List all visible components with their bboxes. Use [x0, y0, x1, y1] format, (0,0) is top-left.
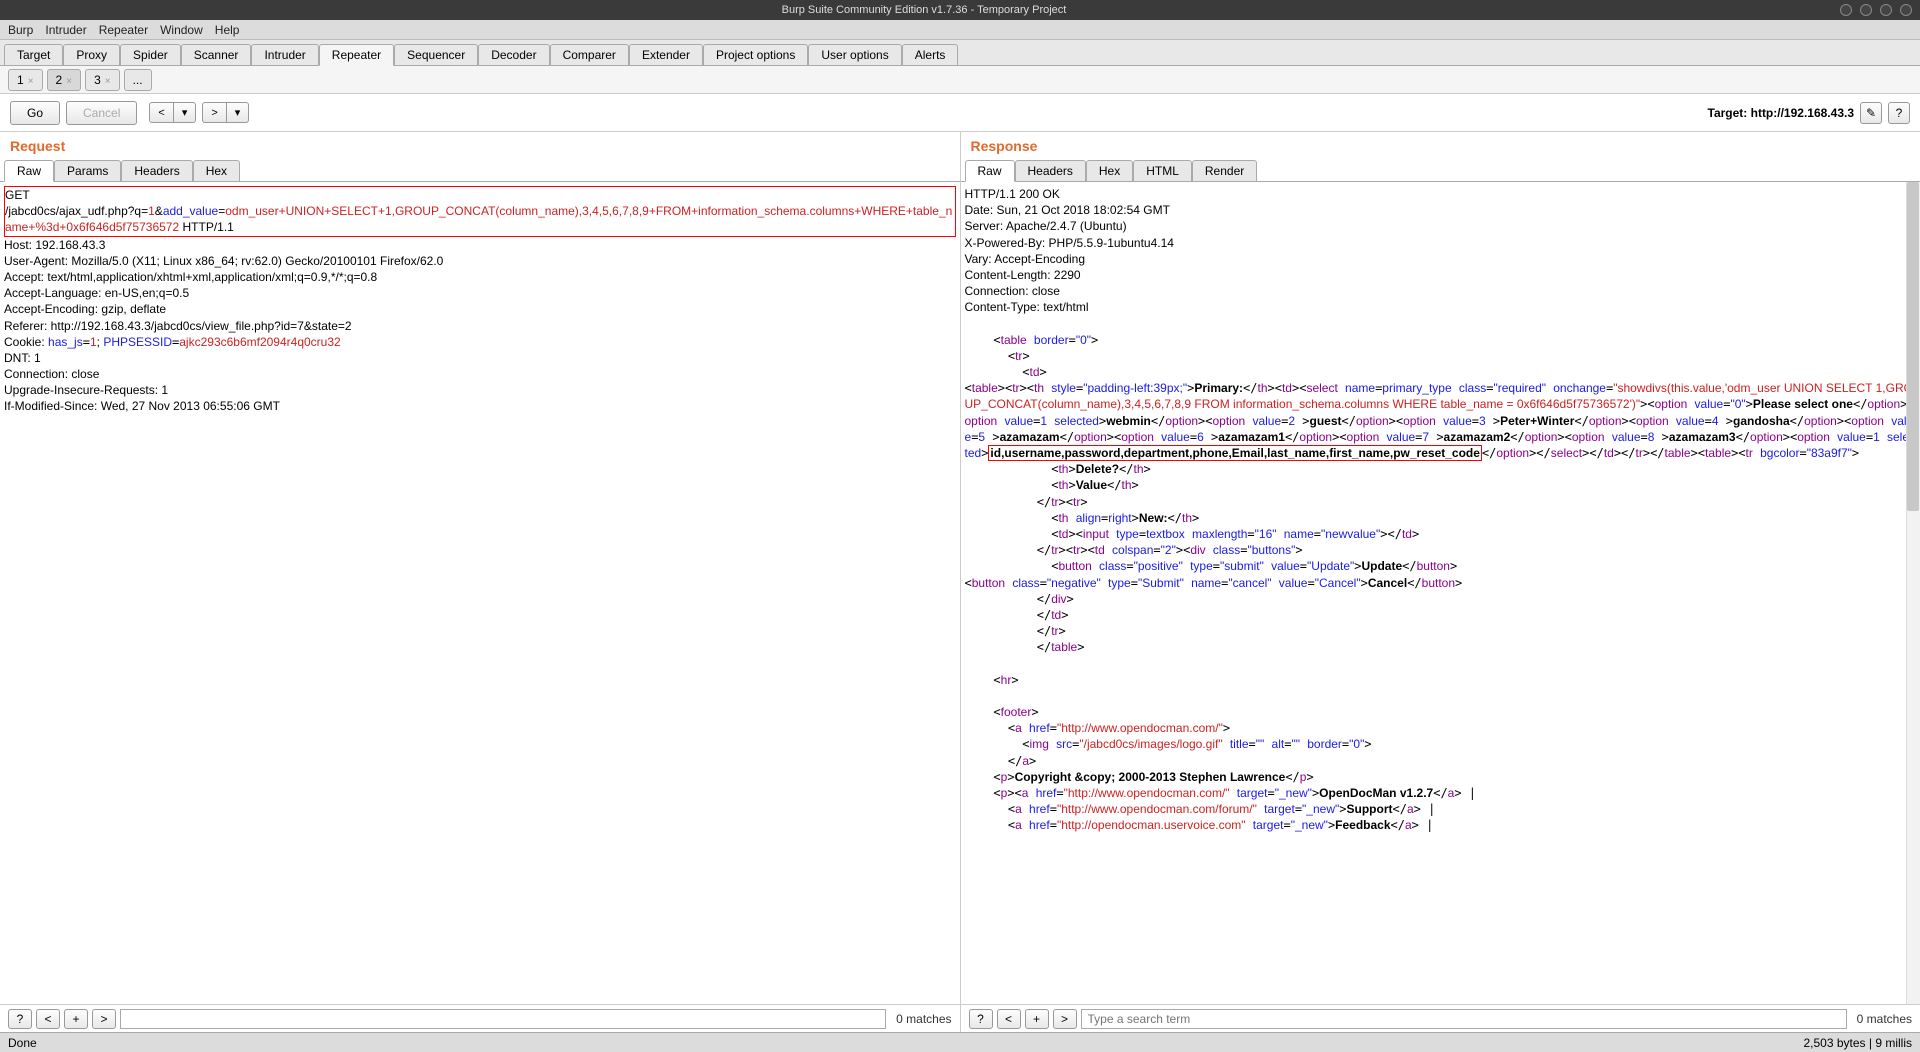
- menu-window[interactable]: Window: [160, 23, 203, 37]
- search-bars: ? < + > 0 matches ? < + > 0 matches: [0, 1004, 1920, 1032]
- history-back-dropdown[interactable]: ▾: [174, 102, 197, 123]
- response-matches: 0 matches: [1857, 1012, 1912, 1026]
- menu-repeater[interactable]: Repeater: [99, 23, 148, 37]
- history-fwd-dropdown[interactable]: ▾: [227, 102, 250, 123]
- response-search: ? < + > 0 matches: [961, 1005, 1920, 1032]
- response-tab-headers[interactable]: Headers: [1015, 160, 1086, 181]
- search-options-button[interactable]: ?: [969, 1009, 993, 1029]
- statusbar: Done 2,503 bytes | 9 millis: [0, 1032, 1920, 1052]
- response-view-tabs: Raw Headers Hex HTML Render: [961, 160, 1920, 182]
- tab-scanner[interactable]: Scanner: [181, 44, 252, 65]
- response-pane: Response Raw Headers Hex HTML Render HTT…: [961, 132, 1920, 1004]
- repeater-subtabs: 1× 2× 3× ...: [0, 66, 1920, 94]
- subtab-2[interactable]: 2×: [47, 69, 82, 91]
- response-search-input[interactable]: [1081, 1009, 1847, 1029]
- search-next-button[interactable]: >: [92, 1009, 116, 1029]
- status-right: 2,503 bytes | 9 millis: [1804, 1036, 1913, 1050]
- request-tab-headers[interactable]: Headers: [121, 160, 192, 181]
- status-left: Done: [8, 1036, 37, 1050]
- search-add-button[interactable]: +: [1025, 1009, 1049, 1029]
- main-tabs: Target Proxy Spider Scanner Intruder Rep…: [0, 40, 1920, 66]
- subtab-1[interactable]: 1×: [8, 69, 43, 91]
- search-prev-button[interactable]: <: [36, 1009, 60, 1029]
- request-matches: 0 matches: [896, 1012, 951, 1026]
- tab-intruder[interactable]: Intruder: [251, 44, 318, 65]
- response-content[interactable]: HTTP/1.1 200 OK Date: Sun, 21 Oct 2018 1…: [961, 182, 1920, 1004]
- tab-user-options[interactable]: User options: [808, 44, 901, 65]
- request-view-tabs: Raw Params Headers Hex: [0, 160, 960, 182]
- edit-target-icon[interactable]: ✎: [1860, 102, 1882, 124]
- request-tab-raw[interactable]: Raw: [4, 160, 54, 182]
- request-tab-params[interactable]: Params: [54, 160, 121, 181]
- menubar: Burp Intruder Repeater Window Help: [0, 20, 1920, 40]
- tab-extender[interactable]: Extender: [629, 44, 703, 65]
- tab-spider[interactable]: Spider: [120, 44, 181, 65]
- request-response-split: Request Raw Params Headers Hex GET /jabc…: [0, 132, 1920, 1004]
- response-title: Response: [961, 132, 1920, 160]
- close-icon[interactable]: ×: [28, 76, 34, 87]
- close-icon[interactable]: [1900, 4, 1912, 16]
- window-controls: [1840, 4, 1912, 16]
- search-next-button[interactable]: >: [1053, 1009, 1077, 1029]
- menu-burp[interactable]: Burp: [8, 23, 33, 37]
- tab-proxy[interactable]: Proxy: [63, 44, 120, 65]
- request-tab-hex[interactable]: Hex: [193, 160, 240, 181]
- history-back-button[interactable]: <: [149, 102, 173, 123]
- tab-alerts[interactable]: Alerts: [902, 44, 959, 65]
- search-options-button[interactable]: ?: [8, 1009, 32, 1029]
- request-search-input[interactable]: [120, 1009, 886, 1029]
- response-tab-render[interactable]: Render: [1192, 160, 1257, 181]
- request-pane: Request Raw Params Headers Hex GET /jabc…: [0, 132, 961, 1004]
- help-icon[interactable]: ?: [1888, 102, 1910, 124]
- tab-decoder[interactable]: Decoder: [478, 44, 549, 65]
- target-label: Target: http://192.168.43.3: [1708, 106, 1855, 120]
- tab-comparer[interactable]: Comparer: [550, 44, 629, 65]
- request-title: Request: [0, 132, 960, 160]
- subtab-more[interactable]: ...: [124, 69, 152, 91]
- restore-icon[interactable]: [1880, 4, 1892, 16]
- response-tab-raw[interactable]: Raw: [965, 160, 1015, 182]
- response-highlight-columns: id,username,password,department,phone,Em…: [988, 445, 1482, 461]
- menu-help[interactable]: Help: [215, 23, 240, 37]
- search-prev-button[interactable]: <: [997, 1009, 1021, 1029]
- scrollbar[interactable]: [1906, 182, 1920, 1004]
- request-search: ? < + > 0 matches: [0, 1005, 961, 1032]
- tab-project-options[interactable]: Project options: [703, 44, 808, 65]
- go-button[interactable]: Go: [10, 101, 60, 125]
- search-add-button[interactable]: +: [64, 1009, 88, 1029]
- scrollbar-thumb[interactable]: [1907, 182, 1919, 511]
- tab-repeater[interactable]: Repeater: [319, 44, 394, 66]
- history-fwd-button[interactable]: >: [202, 102, 226, 123]
- request-content[interactable]: GET /jabcd0cs/ajax_udf.php?q=1&add_value…: [0, 182, 960, 1004]
- tab-sequencer[interactable]: Sequencer: [394, 44, 478, 65]
- titlebar: Burp Suite Community Edition v1.7.36 - T…: [0, 0, 1920, 20]
- maximize-icon[interactable]: [1860, 4, 1872, 16]
- minimize-icon[interactable]: [1840, 4, 1852, 16]
- close-icon[interactable]: ×: [105, 76, 111, 87]
- menu-intruder[interactable]: Intruder: [45, 23, 86, 37]
- close-icon[interactable]: ×: [66, 76, 72, 87]
- response-tab-hex[interactable]: Hex: [1086, 160, 1133, 181]
- response-tab-html[interactable]: HTML: [1133, 160, 1192, 181]
- window-title: Burp Suite Community Edition v1.7.36 - T…: [8, 4, 1840, 16]
- subtab-3[interactable]: 3×: [85, 69, 120, 91]
- repeater-toolbar: Go Cancel < ▾ > ▾ Target: http://192.168…: [0, 94, 1920, 132]
- request-highlight-box: GET /jabcd0cs/ajax_udf.php?q=1&add_value…: [4, 186, 956, 237]
- cancel-button[interactable]: Cancel: [66, 101, 137, 125]
- tab-target[interactable]: Target: [4, 44, 63, 65]
